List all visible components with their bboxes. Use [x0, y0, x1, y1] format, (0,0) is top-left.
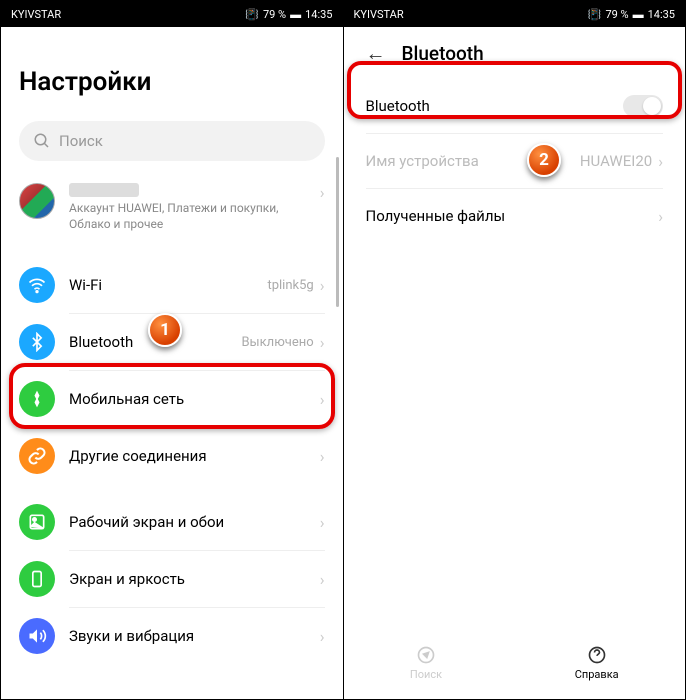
statusbar: KYIVSTAR 📳 79 % ▬ 14:35 [344, 1, 686, 27]
bluetooth-toggle[interactable] [623, 95, 663, 117]
link-icon [19, 438, 55, 474]
mobile-row[interactable]: Мобильная сеть › [19, 371, 325, 427]
avatar [19, 183, 55, 219]
bottom-search-button[interactable]: Поиск [410, 645, 442, 681]
chevron-right-icon: › [320, 183, 325, 202]
wifi-label: Wi-Fi [69, 276, 267, 294]
page-title: Bluetooth [402, 42, 484, 65]
battery-label: 79 % [605, 8, 628, 21]
sound-icon [19, 618, 55, 654]
sound-label: Звуки и вибрация [69, 627, 320, 645]
device-name-value: HUAWEI20 [580, 152, 652, 170]
bluetooth-toggle-label: Bluetooth [366, 97, 624, 115]
phone-right-bluetooth: KYIVSTAR 📳 79 % ▬ 14:35 ← Bluetooth Blue… [344, 1, 686, 699]
scrollbar[interactable] [336, 157, 339, 307]
account-row[interactable]: Аккаунт HUAWEI, Платежи и покупки, Облак… [19, 179, 325, 247]
device-name-row: Имя устройства HUAWEI20 › [366, 134, 664, 188]
bluetooth-value: Выключено [241, 335, 313, 350]
vibrate-icon: 📳 [588, 8, 602, 21]
annotation-marker-2: 2 [527, 143, 561, 177]
search-input[interactable]: Поиск [19, 121, 325, 161]
account-subtitle: Аккаунт HUAWEI, Платежи и покупки, Облак… [69, 201, 320, 232]
battery-icon: ▬ [290, 8, 301, 21]
display-icon [19, 561, 55, 597]
search-icon [33, 132, 51, 150]
other-conn-row[interactable]: Другие соединения › [19, 428, 325, 484]
carrier-label: KYIVSTAR [354, 8, 404, 21]
statusbar: KYIVSTAR 📳 79 % ▬ 14:35 [1, 1, 343, 27]
wifi-icon [19, 267, 55, 303]
bluetooth-icon [19, 324, 55, 360]
wifi-value: tplink5g [267, 278, 313, 293]
bottom-help-button[interactable]: Справка [575, 645, 619, 681]
received-files-label: Полученные файлы [366, 207, 659, 225]
chevron-right-icon: › [320, 570, 325, 589]
chevron-right-icon: › [320, 390, 325, 409]
phone-left-settings: KYIVSTAR 📳 79 % ▬ 14:35 Настройки Поиск … [1, 1, 344, 699]
time-label: 14:35 [305, 8, 332, 21]
mobile-icon [19, 381, 55, 417]
wallpaper-row[interactable]: Рабочий экран и обои › [19, 494, 325, 550]
chevron-right-icon: › [320, 447, 325, 466]
display-row[interactable]: Экран и яркость › [19, 551, 325, 607]
chevron-right-icon: › [320, 513, 325, 532]
account-name-blurred [69, 183, 139, 197]
battery-icon: ▬ [633, 8, 644, 21]
bottom-help-label: Справка [575, 668, 619, 681]
battery-label: 79 % [263, 8, 286, 21]
bottom-search-label: Поиск [410, 668, 442, 681]
search-placeholder: Поиск [59, 132, 103, 150]
chevron-right-icon: › [320, 627, 325, 646]
received-files-row[interactable]: Полученные файлы › [366, 189, 664, 243]
page-title: Настройки [19, 67, 325, 97]
chevron-right-icon: › [658, 152, 663, 171]
carrier-label: KYIVSTAR [11, 8, 61, 21]
wifi-row[interactable]: Wi-Fi tplink5g › [19, 257, 325, 313]
sound-row[interactable]: Звуки и вибрация › [19, 608, 325, 664]
help-icon [587, 645, 607, 665]
bottom-bar: Поиск Справка [344, 637, 686, 689]
chevron-right-icon: › [658, 207, 663, 226]
chevron-right-icon: › [320, 276, 325, 295]
bluetooth-toggle-row[interactable]: Bluetooth [366, 79, 664, 133]
back-button[interactable]: ← [366, 41, 386, 66]
wallpaper-label: Рабочий экран и обои [69, 513, 320, 531]
display-label: Экран и яркость [69, 570, 320, 588]
chevron-right-icon: › [320, 333, 325, 352]
mobile-label: Мобильная сеть [69, 390, 320, 408]
time-label: 14:35 [648, 8, 675, 21]
vibrate-icon: 📳 [245, 8, 259, 21]
compass-icon [416, 645, 436, 665]
wallpaper-icon [19, 504, 55, 540]
annotation-marker-1: 1 [148, 313, 182, 347]
other-conn-label: Другие соединения [69, 447, 320, 465]
